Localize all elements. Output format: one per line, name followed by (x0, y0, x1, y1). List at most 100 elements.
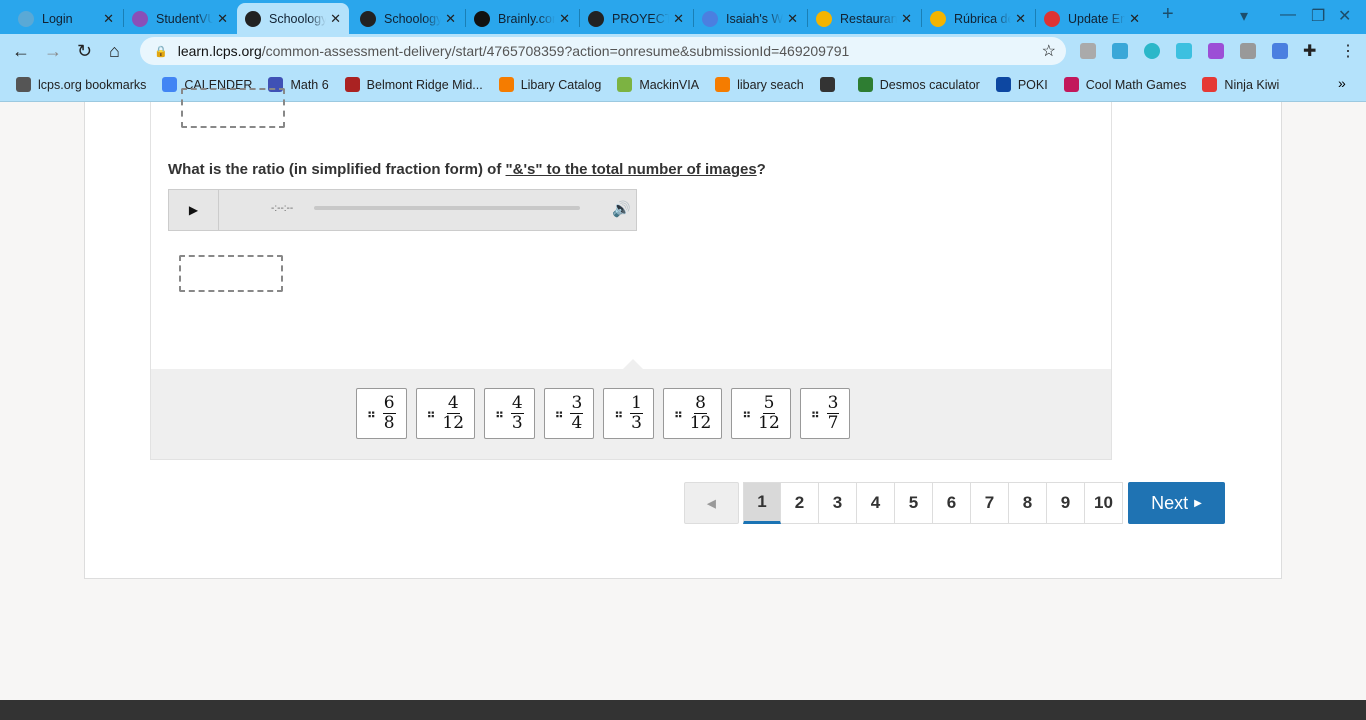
drag-handle-icon[interactable]: ⠶ (674, 407, 683, 421)
browser-tab[interactable]: Update Email ✕ (1036, 3, 1148, 34)
page-button[interactable]: 9 (1047, 482, 1085, 524)
page-button[interactable]: 7 (971, 482, 1009, 524)
close-tab-icon[interactable]: ✕ (217, 11, 228, 27)
page-button[interactable]: 5 (895, 482, 933, 524)
extensions-puzzle-icon[interactable]: ✚ (1303, 41, 1316, 61)
fraction: 43 (510, 394, 524, 433)
answer-tile[interactable]: ⠶ 1 3 (603, 388, 654, 439)
close-tab-icon[interactable]: ✕ (445, 11, 456, 27)
bookmark-item[interactable]: lcps.org bookmarks (16, 77, 146, 92)
bookmark-item[interactable] (819, 77, 842, 92)
reload-icon[interactable]: ↻ (77, 41, 92, 62)
audio-progress-slider[interactable] (314, 206, 580, 210)
address-bar[interactable]: 🔒 learn.lcps.org/common-assessment-deliv… (140, 37, 1066, 65)
answer-drop-zone[interactable] (179, 255, 283, 292)
denominator: 12 (758, 413, 780, 433)
close-window-button[interactable]: ✕ (1338, 6, 1351, 26)
browser-tab[interactable]: Brainly.com ✕ (466, 3, 578, 34)
page-button[interactable]: 4 (857, 482, 895, 524)
tab-favicon-icon (702, 10, 718, 27)
answer-tile[interactable]: ⠶ 3 4 (543, 388, 595, 439)
extension-icon[interactable] (1208, 43, 1224, 59)
extension-icon[interactable] (1112, 43, 1128, 59)
close-tab-icon[interactable]: ✕ (103, 11, 114, 27)
browser-tab[interactable]: StudentVUE✕ (124, 3, 236, 34)
menu-icon[interactable]: ⋮ (1340, 41, 1356, 61)
next-label: Next (1151, 492, 1189, 513)
browser-tab[interactable]: Restaurant ✕ (808, 3, 920, 34)
bookmark-favicon-icon (617, 77, 633, 92)
page-button[interactable]: 8 (1009, 482, 1047, 524)
tab-title: Schoology (269, 11, 327, 26)
tab-search-icon[interactable]: ▾ (1240, 6, 1248, 26)
more-bookmarks-icon[interactable]: » (1338, 75, 1346, 91)
bookmark-star-icon[interactable]: ☆ (1042, 41, 1056, 61)
close-tab-icon[interactable]: ✕ (901, 11, 912, 27)
previous-page-button[interactable]: ◀ (684, 482, 739, 524)
answer-tile[interactable]: ⠶ 4 3 (484, 388, 535, 439)
browser-tab[interactable]: Schoology ✕ (237, 3, 349, 34)
browser-tab[interactable]: PROYECTO✕ (580, 3, 692, 34)
tab-strip: ▾ — ❐ ✕ + Login✕StudentVUE✕Schoology✕Sch… (0, 0, 1366, 34)
browser-tab[interactable]: Rúbrica de ✕ (922, 3, 1034, 34)
bookmark-item[interactable]: Belmont Ridge Mid... (344, 77, 483, 92)
answer-tile[interactable]: ⠶ 3 7 (799, 388, 851, 439)
bookmark-favicon-icon (857, 77, 873, 92)
drag-handle-icon[interactable]: ⠶ (555, 407, 564, 421)
bookmark-item[interactable]: libary seach (715, 77, 804, 92)
extension-icon[interactable] (1080, 43, 1096, 59)
forward-icon[interactable]: → (44, 41, 62, 62)
browser-tab[interactable]: Schoology ✕ (352, 3, 464, 34)
home-icon[interactable]: ⌂ (109, 41, 120, 62)
extension-icon[interactable] (1176, 43, 1192, 59)
answer-tile[interactable]: ⠶ 8 12 (662, 388, 723, 439)
page-button[interactable]: 3 (819, 482, 857, 524)
bookmark-item[interactable]: MackinVIA (617, 77, 699, 92)
tab-favicon-icon (18, 10, 34, 27)
answer-tile[interactable]: ⠶ 6 8 (356, 388, 407, 439)
tab-favicon-icon (588, 10, 604, 27)
close-tab-icon[interactable]: ✕ (787, 11, 798, 27)
close-tab-icon[interactable]: ✕ (673, 11, 684, 27)
drag-handle-icon[interactable]: ⠶ (427, 407, 436, 421)
new-tab-button[interactable]: + (1162, 3, 1174, 26)
audio-time: -:--:-- (271, 203, 294, 214)
answer-drop-zone[interactable] (181, 88, 285, 128)
bookmark-item[interactable]: Desmos caculator (857, 77, 980, 92)
close-tab-icon[interactable]: ✕ (559, 11, 570, 27)
answer-tile[interactable]: ⠶ 4 12 (415, 388, 476, 439)
drag-handle-icon[interactable]: ⠶ (495, 407, 504, 421)
back-icon[interactable]: ← (12, 41, 30, 62)
volume-icon[interactable]: 🔊 (612, 200, 631, 218)
drag-handle-icon[interactable]: ⠶ (367, 407, 376, 421)
drag-handle-icon[interactable]: ⠶ (742, 407, 751, 421)
bookmark-item[interactable]: Cool Math Games (1063, 77, 1187, 92)
page-button[interactable]: 10 (1085, 482, 1123, 524)
restore-button[interactable]: ❐ (1311, 6, 1325, 26)
browser-tab[interactable]: Isaiah's Work✕ (694, 3, 806, 34)
footer-bar (0, 700, 1366, 720)
drag-handle-icon[interactable]: ⠶ (811, 407, 820, 421)
denominator: 8 (383, 413, 395, 433)
close-tab-icon[interactable]: ✕ (1129, 11, 1140, 27)
tab-favicon-icon (1044, 10, 1060, 27)
answer-tile[interactable]: ⠶ 5 12 (731, 388, 791, 439)
bookmark-item[interactable]: Ninja Kiwi (1202, 77, 1279, 92)
play-button[interactable]: ▶ (169, 190, 219, 230)
close-tab-icon[interactable]: ✕ (1015, 11, 1026, 27)
extension-icon[interactable] (1240, 43, 1256, 59)
extension-icon[interactable] (1144, 43, 1160, 59)
bookmark-item[interactable]: POKI (995, 77, 1048, 92)
next-button[interactable]: Next ▶ (1128, 482, 1225, 524)
tab-favicon-icon (360, 10, 376, 27)
page-button[interactable]: 1 (743, 482, 781, 524)
bookmark-label: Cool Math Games (1085, 77, 1187, 92)
translate-icon[interactable] (1272, 43, 1288, 59)
browser-tab[interactable]: Login ✕ (10, 3, 122, 34)
close-tab-icon[interactable]: ✕ (330, 11, 341, 27)
page-button[interactable]: 6 (933, 482, 971, 524)
minimize-button[interactable]: — (1280, 6, 1296, 24)
bookmark-item[interactable]: Libary Catalog (498, 77, 601, 92)
page-button[interactable]: 2 (781, 482, 819, 524)
drag-handle-icon[interactable]: ⠶ (614, 407, 623, 421)
